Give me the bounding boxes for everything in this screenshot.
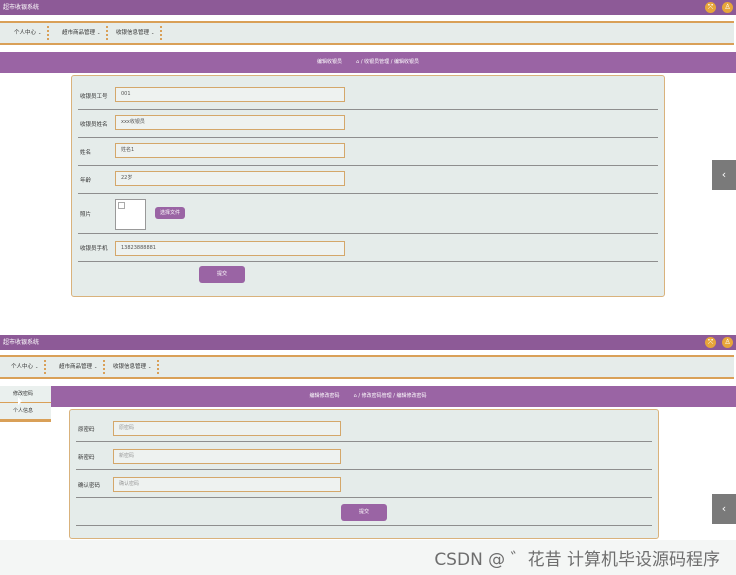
fullscreen-icon[interactable]: ⤧ — [705, 2, 716, 13]
chevron-down-icon: ⌄ — [148, 364, 152, 369]
new-password-field[interactable]: 新密码 — [113, 449, 341, 464]
top-header: 超市收银系统 ⤧ ♙ — [0, 0, 736, 15]
old-password-label: 原密码 — [78, 427, 95, 433]
screenshot-change-password: 超市收银系统 ⤧ ♙ 个人中心 ⌄ 超市商品管理 ⌄ 收银信息管理 ⌄ 编辑修改密码 ⌂… — [0, 335, 736, 540]
phone-field[interactable]: 13823888881 — [115, 241, 345, 256]
chevron-down-icon: ⌄ — [97, 30, 101, 35]
id-field[interactable]: 001 — [115, 87, 345, 102]
photo-preview — [115, 199, 146, 230]
account-label: 收银员姓名 — [80, 122, 108, 128]
personal-dropdown-menu: 修改密码 个人信息 — [0, 386, 51, 422]
confirm-password-field[interactable]: 确认密码 — [113, 477, 341, 492]
chevron-down-icon: ⌄ — [94, 364, 98, 369]
confirm-password-label: 确认密码 — [78, 483, 101, 489]
user-icon[interactable]: ♙ — [722, 337, 733, 348]
page-title: 编辑修改密码 — [309, 393, 340, 399]
photo-label: 照片 — [80, 212, 92, 218]
age-label: 年龄 — [80, 178, 92, 184]
nav-cashier[interactable]: 收银信息管理 ⌄ — [110, 23, 163, 43]
nav-goods[interactable]: 超市商品管理 ⌄ — [53, 357, 106, 377]
page-title: 编辑收银员 — [317, 59, 343, 65]
chevron-left-icon[interactable]: ‹ — [712, 494, 736, 524]
password-form: 原密码 原密码 新密码 新密码 确认密码 确认密码 提交 — [69, 409, 659, 539]
chevron-down-icon: ⌄ — [151, 30, 155, 35]
menu-item-change-password[interactable]: 修改密码 — [0, 386, 51, 403]
id-label: 收银员工号 — [80, 94, 108, 100]
old-password-field[interactable]: 原密码 — [113, 421, 341, 436]
user-icon[interactable]: ♙ — [722, 2, 733, 13]
breadcrumb-path: / 收银员管理 / 编辑收银员 — [360, 59, 419, 65]
main-nav: 个人中心 ⌄ 超市商品管理 ⌄ 收银信息管理 ⌄ — [0, 355, 734, 379]
nav-cashier[interactable]: 收银信息管理 ⌄ — [107, 357, 160, 377]
top-header: 超市收银系统 ⤧ ♙ — [0, 335, 736, 350]
nav-personal[interactable]: 个人中心 ⌄ — [8, 23, 50, 43]
home-icon[interactable]: ⌂ — [354, 393, 357, 399]
app-title: 超市收银系统 — [3, 4, 40, 11]
screenshot-edit-cashier: 超市收银系统 ⤧ ♙ 个人中心 ⌄ 超市商品管理 ⌄ 收银信息管理 ⌄ 编辑收银员 ⌂ … — [0, 0, 736, 298]
nav-goods[interactable]: 超市商品管理 ⌄ — [56, 23, 109, 43]
phone-label: 收银员手机 — [80, 246, 108, 252]
breadcrumb-path: / 修改密码管理 / 编辑修改密码 — [358, 393, 427, 399]
submit-button[interactable]: 提交 — [341, 504, 387, 521]
chevron-down-icon: ⌄ — [38, 30, 42, 35]
app-title: 超市收银系统 — [3, 339, 40, 346]
choose-file-button[interactable]: 选择文件 — [155, 207, 185, 219]
breadcrumb: 编辑修改密码 ⌂ / 修改密码管理 / 编辑修改密码 — [0, 386, 736, 407]
age-field[interactable]: 22岁 — [115, 171, 345, 186]
watermark: CSDN @ ゛花昔 计算机毕设源码程序 — [434, 550, 720, 570]
fullscreen-icon[interactable]: ⤧ — [705, 337, 716, 348]
submit-button[interactable]: 提交 — [199, 266, 245, 283]
new-password-label: 新密码 — [78, 455, 95, 461]
mouse-cursor-icon — [18, 397, 22, 405]
chevron-down-icon: ⌄ — [35, 364, 39, 369]
account-field[interactable]: xxx收银员 — [115, 115, 345, 130]
name-label: 姓名 — [80, 150, 92, 156]
main-nav: 个人中心 ⌄ 超市商品管理 ⌄ 收银信息管理 ⌄ — [0, 21, 734, 45]
name-field[interactable]: 姓名1 — [115, 143, 345, 158]
menu-item-profile[interactable]: 个人信息 — [0, 403, 51, 420]
home-icon[interactable]: ⌂ — [356, 59, 359, 65]
chevron-left-icon[interactable]: ‹ — [712, 160, 736, 190]
edit-form: 收银员工号 001 收银员姓名 xxx收银员 姓名 姓名1 年龄 22岁 照片 … — [71, 75, 665, 297]
breadcrumb: 编辑收银员 ⌂ / 收银员管理 / 编辑收银员 — [0, 52, 736, 73]
nav-personal[interactable]: 个人中心 ⌄ — [5, 357, 47, 377]
